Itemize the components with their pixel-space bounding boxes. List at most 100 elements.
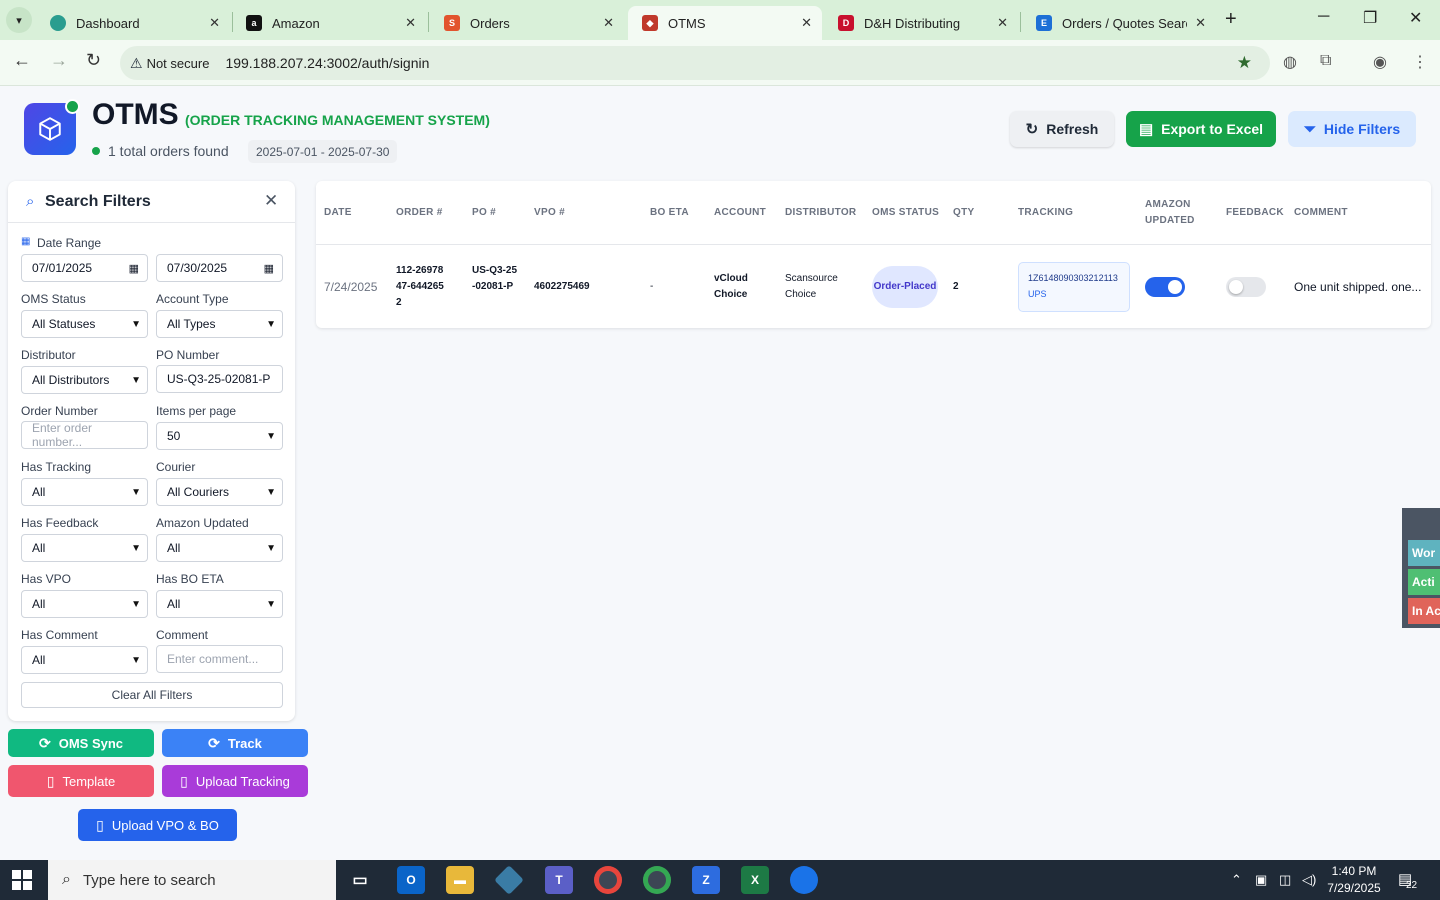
account-type-value: All Types [167, 317, 216, 331]
close-filters-icon[interactable]: ✕ [264, 191, 278, 211]
cell-date: 7/24/2025 [324, 280, 378, 294]
column-header-account[interactable]: ACCOUNT [714, 205, 766, 221]
side-widget-item[interactable]: In Ac [1408, 598, 1440, 624]
hide-filters-button[interactable]: ⏷ Hide Filters [1288, 111, 1416, 147]
column-header-comment[interactable]: COMMENT [1294, 205, 1348, 221]
clear-all-filters-button[interactable]: Clear All Filters [21, 682, 283, 708]
back-arrow-icon[interactable]: ← [13, 50, 31, 71]
zoho-icon[interactable]: Z [692, 866, 720, 894]
tray-meet-icon[interactable]: ▣ [1255, 872, 1267, 888]
column-header-vpo[interactable]: VPO # [534, 205, 565, 221]
date-from-input[interactable]: 07/01/2025 ▦ [21, 254, 148, 282]
items-per-page-select[interactable]: 50 ▼ [156, 422, 283, 450]
bookmark-star-icon[interactable]: ★ [1237, 53, 1252, 73]
cell-comment[interactable]: One unit shipped. one... [1294, 279, 1421, 295]
order-number-input[interactable]: Enter order number... [21, 421, 148, 449]
side-widget-item[interactable]: Acti [1408, 569, 1440, 595]
chrome-profile-icon[interactable] [643, 866, 671, 894]
new-tab-plus-icon[interactable]: + [1225, 8, 1237, 31]
tab-orders-quotes-search[interactable]: E Orders / Quotes Search ✕ [1022, 6, 1216, 40]
close-icon[interactable]: ✕ [405, 15, 416, 31]
items-per-page-label: Items per page [156, 404, 237, 418]
excel-icon[interactable]: X [741, 866, 769, 894]
has-feedback-select[interactable]: All ▼ [21, 534, 148, 562]
comment-input[interactable]: Enter comment... [156, 645, 283, 673]
column-header-feedback[interactable]: FEEDBACK [1226, 205, 1284, 221]
chrome-icon[interactable] [594, 866, 622, 894]
distributor-select[interactable]: All Distributors ▼ [21, 366, 148, 394]
profile-icon[interactable]: ◉ [1373, 52, 1387, 72]
calendar-picker-icon[interactable]: ▦ [264, 262, 274, 275]
feedback-toggle[interactable] [1226, 277, 1266, 297]
forward-arrow-icon[interactable]: → [50, 50, 68, 71]
side-widget-item[interactable]: Wor [1408, 540, 1440, 566]
task-view-icon[interactable]: ▭ [346, 866, 374, 894]
system-clock[interactable]: 1:40 PM 7/29/2025 [1318, 863, 1390, 897]
po-number-input[interactable]: US-Q3-25-02081-P [156, 365, 283, 393]
windows-start-icon[interactable] [12, 870, 32, 890]
close-icon[interactable]: ✕ [603, 15, 614, 31]
date-to-input[interactable]: 07/30/2025 ▦ [156, 254, 283, 282]
network-icon[interactable]: ◫ [1279, 872, 1291, 888]
tab-amazon[interactable]: a Amazon ✕ [232, 6, 426, 40]
column-header-oms-status[interactable]: OMS STATUS [872, 205, 939, 221]
taskbar-search-box[interactable]: ⌕ Type here to search [48, 860, 336, 900]
amazon-updated-select[interactable]: All ▼ [156, 534, 283, 562]
column-header-po[interactable]: PO # [472, 205, 496, 221]
oms-status-select[interactable]: All Statuses ▼ [21, 310, 148, 338]
amazon-updated-toggle[interactable] [1145, 277, 1185, 297]
tab-dashboard[interactable]: Dashboard ✕ [36, 6, 230, 40]
calendar-picker-icon[interactable]: ▦ [129, 262, 139, 275]
column-header-distributor[interactable]: DISTRIBUTOR [785, 205, 856, 221]
refresh-button[interactable]: ↻ Refresh [1010, 111, 1114, 147]
tab-dh-distributing[interactable]: D D&H Distributing ✕ [824, 6, 1018, 40]
minimize-icon[interactable]: ─ [1318, 8, 1329, 26]
date-to-value: 07/30/2025 [167, 261, 228, 275]
date-from-value: 07/01/2025 [32, 261, 93, 275]
has-bo-eta-select[interactable]: All ▼ [156, 590, 283, 618]
chevron-down-icon: ▼ [131, 374, 141, 386]
template-button[interactable]: ▯ Template [8, 765, 154, 797]
translate-globe-icon[interactable]: ◍ [1283, 52, 1297, 72]
close-icon[interactable]: ✕ [801, 15, 812, 31]
column-header-tracking[interactable]: TRACKING [1018, 205, 1073, 221]
upload-vpo-bo-button[interactable]: ▯ Upload VPO & BO [78, 809, 237, 841]
close-icon[interactable]: ✕ [1195, 15, 1206, 31]
upload-tracking-button[interactable]: ▯ Upload Tracking [162, 765, 308, 797]
column-header-amazon-updated[interactable]: AMAZON UPDATED [1145, 197, 1205, 229]
teams-icon[interactable]: T [545, 866, 573, 894]
oms-sync-button[interactable]: ⟳ OMS Sync [8, 729, 154, 757]
file-explorer-icon[interactable]: ▬ [446, 866, 474, 894]
tab-otms[interactable]: ◆ OTMS ✕ [628, 6, 822, 40]
track-button[interactable]: ⟳ Track [162, 729, 308, 757]
tab-search-chevron-icon[interactable]: ▾ [6, 7, 32, 33]
close-icon[interactable]: ✕ [209, 15, 220, 31]
extensions-puzzle-icon[interactable]: ⧉ [1320, 52, 1331, 70]
outlook-icon[interactable]: O [397, 866, 425, 894]
address-bar[interactable]: ⚠ Not secure 199.188.207.24:3002/auth/si… [120, 46, 1270, 80]
export-excel-button[interactable]: ▤ Export to Excel [1126, 111, 1276, 147]
close-icon[interactable]: ✕ [997, 15, 1008, 31]
has-comment-label: Has Comment [21, 628, 98, 642]
has-vpo-select[interactable]: All ▼ [21, 590, 148, 618]
more-menu-icon[interactable]: ⋮ [1412, 52, 1428, 72]
app-diamond-icon[interactable] [494, 865, 524, 895]
column-header-order[interactable]: ORDER # [396, 205, 443, 221]
tab-orders[interactable]: S Orders ✕ [430, 6, 624, 40]
window-close-icon[interactable]: ✕ [1409, 8, 1422, 28]
restore-icon[interactable]: ❐ [1363, 8, 1377, 28]
courier-select[interactable]: All Couriers ▼ [156, 478, 283, 506]
app-blue-icon[interactable] [790, 866, 818, 894]
tray-chevron-up-icon[interactable]: ⌃ [1231, 872, 1242, 888]
has-tracking-select[interactable]: All ▼ [21, 478, 148, 506]
sync-icon: ⟳ [38, 734, 51, 751]
column-header-date[interactable]: DATE [324, 205, 352, 221]
column-header-bo-eta[interactable]: BO ETA [650, 205, 689, 221]
has-comment-select[interactable]: All ▼ [21, 646, 148, 674]
column-header-qty[interactable]: QTY [953, 205, 974, 221]
reload-icon[interactable]: ↻ [86, 50, 101, 71]
tracking-link[interactable]: 1Z6148090303212113 UPS [1018, 262, 1130, 312]
account-type-select[interactable]: All Types ▼ [156, 310, 283, 338]
volume-icon[interactable]: ◁) [1302, 872, 1316, 888]
date-range-label: Date Range [37, 236, 102, 250]
